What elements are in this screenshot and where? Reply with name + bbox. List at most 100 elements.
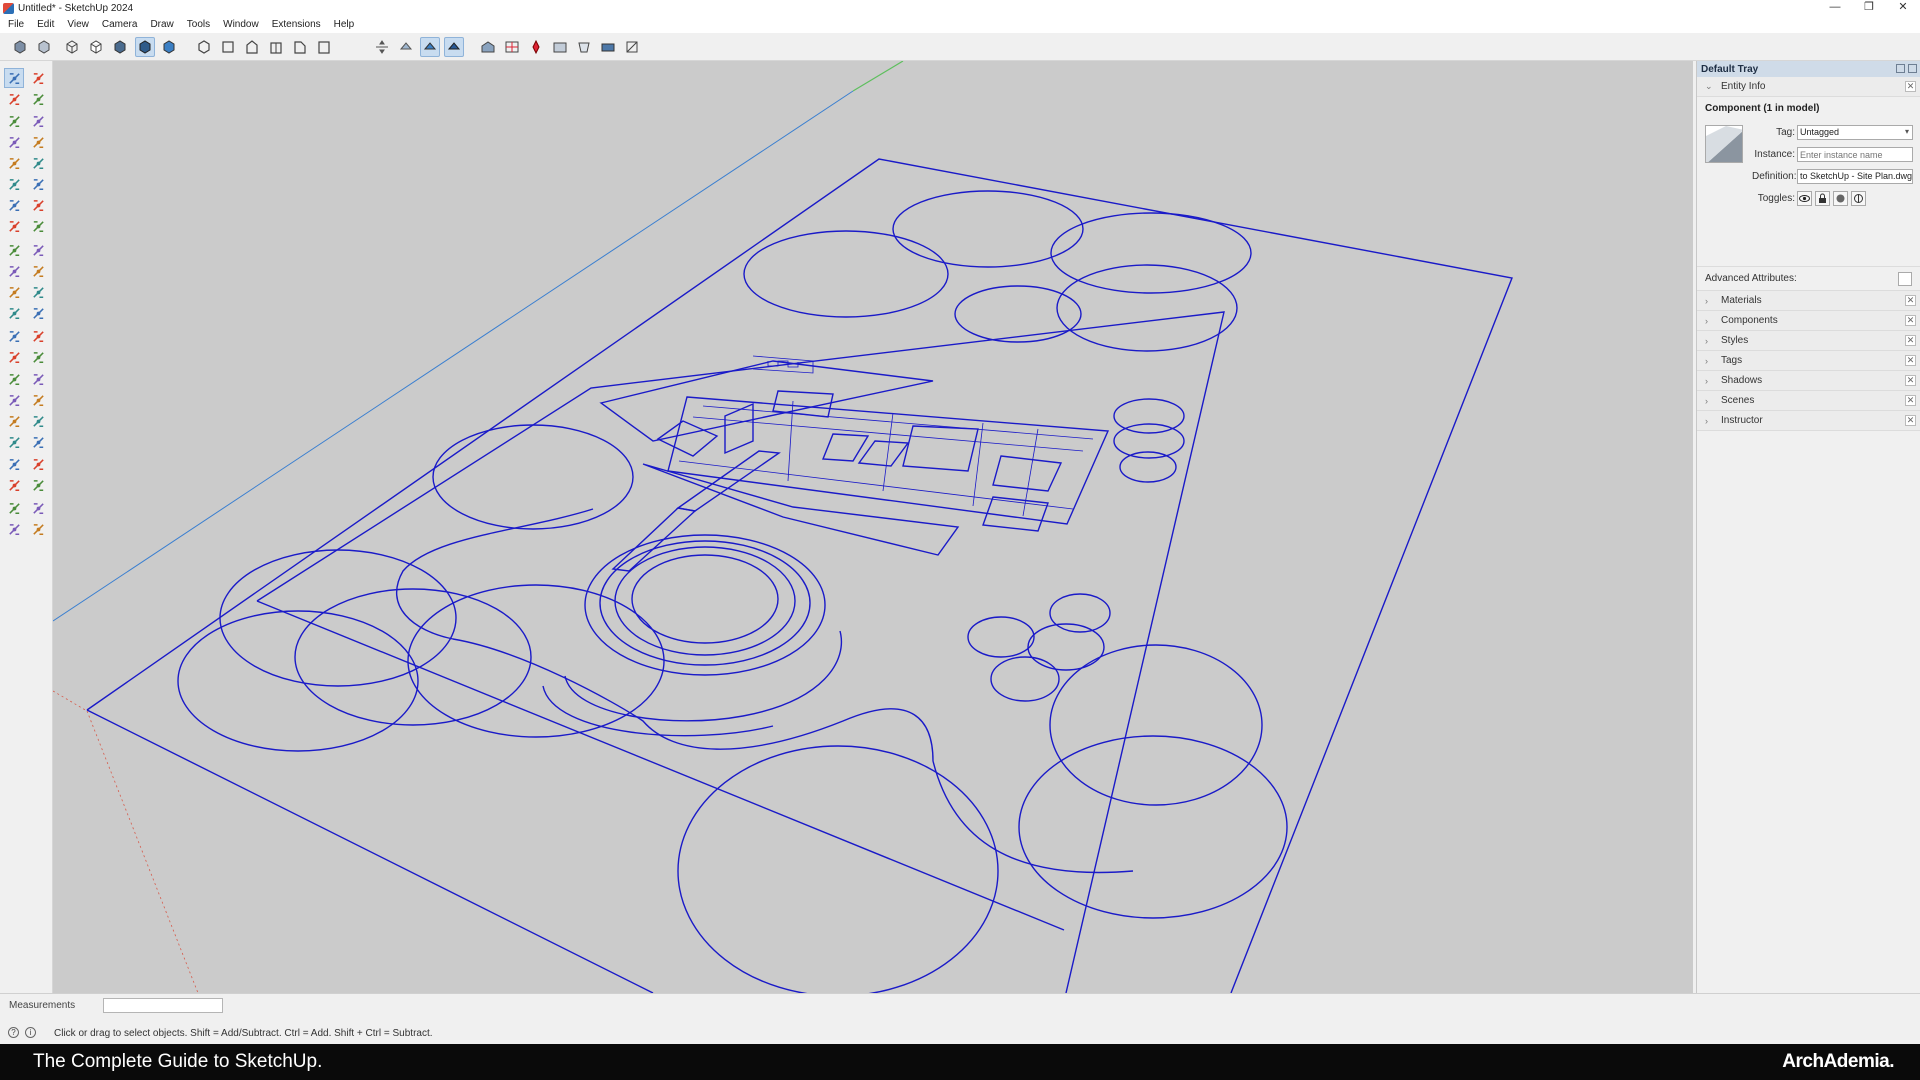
wireframe-style-icon[interactable] xyxy=(62,37,82,57)
menu-extensions[interactable]: Extensions xyxy=(272,19,321,30)
close-icon[interactable]: ✕ xyxy=(1905,415,1916,426)
advanced-attributes-icon[interactable] xyxy=(1898,272,1912,286)
line-tool-icon[interactable] xyxy=(4,132,24,152)
polygon-tool-icon[interactable] xyxy=(28,174,48,194)
tray-close-icon[interactable] xyxy=(1908,64,1917,73)
rotate-tool-icon[interactable] xyxy=(4,261,24,281)
eraser-soft-icon[interactable] xyxy=(28,111,48,131)
layout-send-icon[interactable] xyxy=(550,37,570,57)
section-display-icon[interactable] xyxy=(396,37,416,57)
menu-help[interactable]: Help xyxy=(334,19,355,30)
close-icon[interactable]: ✕ xyxy=(1905,355,1916,366)
scale-tool-icon[interactable] xyxy=(4,282,24,302)
section-cuts-icon[interactable] xyxy=(420,37,440,57)
info-icon[interactable]: i xyxy=(25,1027,36,1038)
move-tool-icon[interactable] xyxy=(4,240,24,260)
visibility-eye-icon[interactable] xyxy=(1797,191,1812,206)
menu-window[interactable]: Window xyxy=(223,19,259,30)
cast-shadows-icon[interactable] xyxy=(1851,191,1866,206)
follow-me-icon[interactable] xyxy=(28,261,48,281)
menu-tools[interactable]: Tools xyxy=(187,19,210,30)
close-icon[interactable]: ✕ xyxy=(1905,295,1916,306)
geolocation-icon[interactable]: ? xyxy=(8,1027,19,1038)
sandbox-drape-icon[interactable] xyxy=(28,519,48,539)
text-tool-icon[interactable] xyxy=(28,347,48,367)
panel-entity-info-header[interactable]: ⌄ Entity Info ✕ xyxy=(1697,77,1920,97)
menu-view[interactable]: View xyxy=(67,19,89,30)
drawing-viewport[interactable] xyxy=(53,61,1693,993)
axes-tool-icon[interactable] xyxy=(4,369,24,389)
instance-name-input[interactable] xyxy=(1797,147,1913,162)
rotated-rectangle-icon[interactable] xyxy=(28,153,48,173)
hidden-line-style-icon[interactable] xyxy=(86,37,106,57)
close-icon[interactable]: ✕ xyxy=(1905,315,1916,326)
solid-tools-icon[interactable] xyxy=(28,303,48,323)
freehand-tool-icon[interactable] xyxy=(28,132,48,152)
section-plane-tool-icon[interactable] xyxy=(28,475,48,495)
circle-tool-icon[interactable] xyxy=(4,174,24,194)
measurements-input[interactable] xyxy=(103,998,223,1013)
lock-icon[interactable] xyxy=(1815,191,1830,206)
xray-style-icon[interactable] xyxy=(10,37,30,57)
extension-manager-icon[interactable] xyxy=(526,37,546,57)
panel-styles-header[interactable]: › Styles ✕ xyxy=(1697,331,1920,351)
previous-view-icon[interactable] xyxy=(28,432,48,452)
monochrome-style-icon[interactable] xyxy=(159,37,179,57)
offset-tool-icon[interactable] xyxy=(28,282,48,302)
shaded-style-icon[interactable] xyxy=(110,37,130,57)
dimension-tool-icon[interactable] xyxy=(28,326,48,346)
rectangle-tool-icon[interactable] xyxy=(4,153,24,173)
menu-edit[interactable]: Edit xyxy=(37,19,54,30)
eraser-icon[interactable] xyxy=(28,89,48,109)
close-icon[interactable]: ✕ xyxy=(1905,335,1916,346)
section-fill-icon[interactable] xyxy=(444,37,464,57)
panel-scenes-header[interactable]: › Scenes ✕ xyxy=(1697,391,1920,411)
panel-instructor-header[interactable]: › Instructor ✕ xyxy=(1697,411,1920,431)
model-info-icon[interactable] xyxy=(574,37,594,57)
section-plane-icon[interactable] xyxy=(372,37,392,57)
left-view-icon[interactable] xyxy=(314,37,334,57)
three-point-arc-icon[interactable] xyxy=(4,216,24,236)
orbit-tool-icon[interactable] xyxy=(4,390,24,410)
walk-tool-icon[interactable] xyxy=(28,454,48,474)
select-tool-icon[interactable] xyxy=(4,68,24,88)
menu-camera[interactable]: Camera xyxy=(102,19,138,30)
tag-dropdown[interactable]: Untagged ▾ xyxy=(1797,125,1913,140)
flip-tool-icon[interactable] xyxy=(4,303,24,323)
3d-text-icon[interactable] xyxy=(28,369,48,389)
panel-materials-header[interactable]: › Materials ✕ xyxy=(1697,291,1920,311)
restore-button[interactable]: ❐ xyxy=(1852,0,1886,16)
sandbox-contours-icon[interactable] xyxy=(4,498,24,518)
receive-shadows-icon[interactable] xyxy=(1833,191,1848,206)
back-edges-style-icon[interactable] xyxy=(34,37,54,57)
arc-tool-icon[interactable] xyxy=(4,195,24,215)
zoom-extents-icon[interactable] xyxy=(4,432,24,452)
two-point-arc-icon[interactable] xyxy=(28,195,48,215)
back-view-icon[interactable] xyxy=(290,37,310,57)
front-view-icon[interactable] xyxy=(242,37,262,57)
paint-bucket-icon[interactable] xyxy=(28,68,48,88)
panel-components-header[interactable]: › Components ✕ xyxy=(1697,311,1920,331)
extension-warehouse-icon[interactable] xyxy=(502,37,522,57)
sandbox-smoove-icon[interactable] xyxy=(28,498,48,518)
lasso-select-icon[interactable] xyxy=(4,89,24,109)
definition-field[interactable]: to SketchUp - Site Plan.dwg xyxy=(1797,169,1913,184)
panel-tags-header[interactable]: › Tags ✕ xyxy=(1697,351,1920,371)
pie-tool-icon[interactable] xyxy=(28,216,48,236)
close-icon[interactable]: ✕ xyxy=(1905,81,1916,92)
tape-measure-icon[interactable] xyxy=(4,326,24,346)
pan-tool-icon[interactable] xyxy=(28,390,48,410)
sandbox-stamp-icon[interactable] xyxy=(4,519,24,539)
menu-draw[interactable]: Draw xyxy=(150,19,173,30)
push-pull-icon[interactable] xyxy=(28,240,48,260)
right-view-icon[interactable] xyxy=(266,37,286,57)
look-around-icon[interactable] xyxy=(4,475,24,495)
shaded-textures-style-icon[interactable] xyxy=(135,37,155,57)
close-icon[interactable]: ✕ xyxy=(1905,395,1916,406)
tag-tool-icon[interactable] xyxy=(4,111,24,131)
close-icon[interactable]: ✕ xyxy=(1905,375,1916,386)
trimble-connect-icon[interactable] xyxy=(598,37,618,57)
zoom-tool-icon[interactable] xyxy=(4,411,24,431)
iso-view-icon[interactable] xyxy=(194,37,214,57)
top-view-icon[interactable] xyxy=(218,37,238,57)
